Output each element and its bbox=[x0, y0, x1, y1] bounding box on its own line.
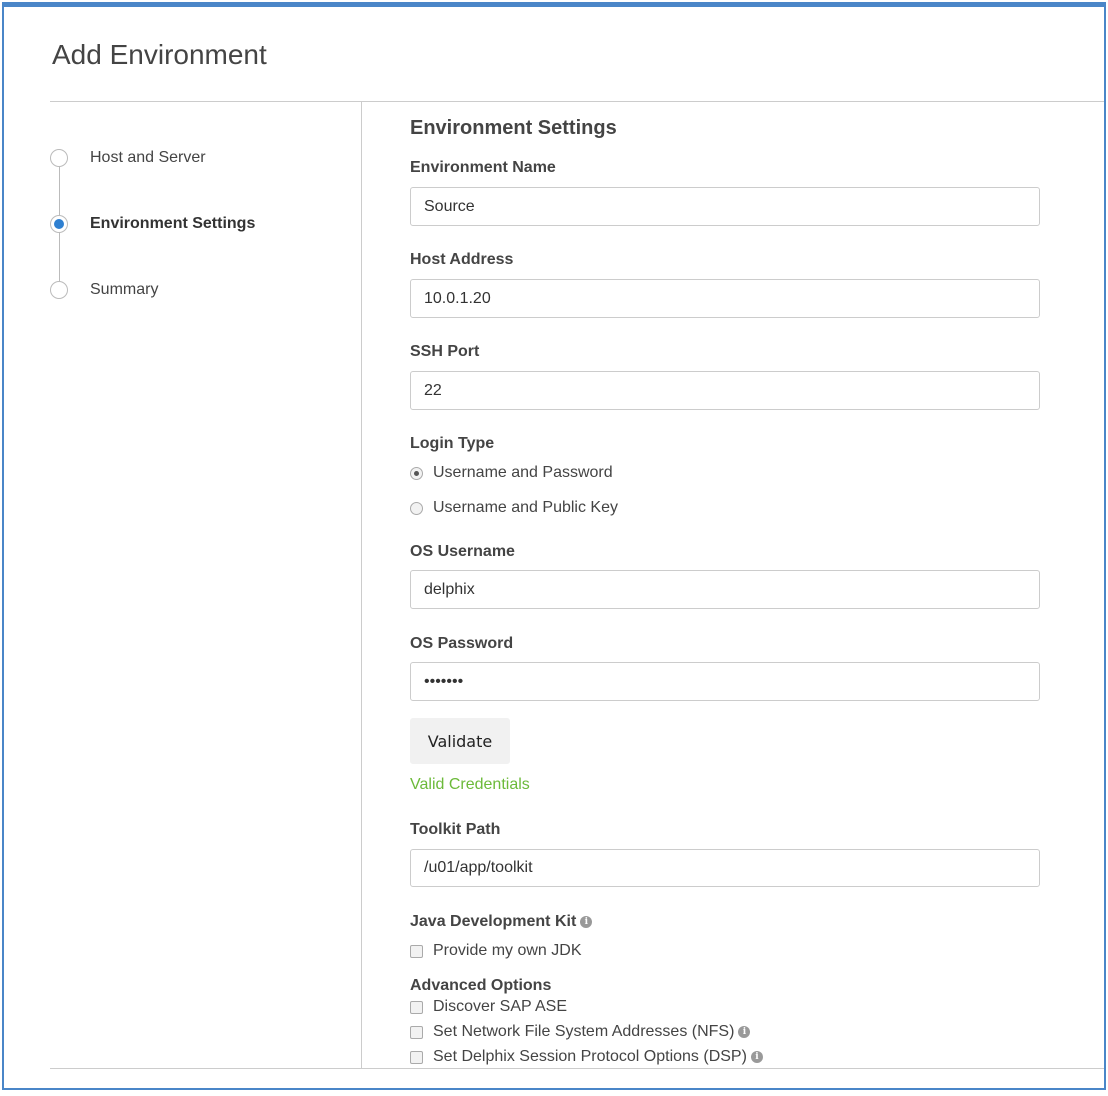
advanced-options-label: Advanced Options bbox=[410, 977, 552, 994]
step-host-and-server[interactable]: Host and Server bbox=[50, 147, 206, 169]
checkbox-icon[interactable] bbox=[410, 944, 423, 958]
login-type-label: Login Type bbox=[410, 435, 495, 452]
step-active-indicator-icon bbox=[50, 215, 68, 233]
toolkit-path-input[interactable] bbox=[410, 849, 1040, 887]
radio-label: Username and Password bbox=[433, 464, 613, 481]
environment-name-input[interactable] bbox=[410, 187, 1040, 226]
step-indicator-icon bbox=[50, 281, 68, 299]
info-icon[interactable]: i bbox=[750, 1051, 763, 1063]
radio-label: Username and Public Key bbox=[433, 499, 618, 516]
os-password-input[interactable] bbox=[410, 662, 1040, 701]
login-type-username-public-key[interactable]: Username and Public Key bbox=[410, 498, 618, 518]
step-indicator-icon bbox=[50, 149, 68, 167]
checkbox-label: Set Delphix Session Protocol Options (DS… bbox=[433, 1048, 747, 1065]
checkbox-label: Set Network File System Addresses (NFS) bbox=[433, 1023, 735, 1040]
login-type-username-password[interactable]: Username and Password bbox=[410, 463, 613, 483]
step-summary[interactable]: Summary bbox=[50, 279, 158, 301]
radio-selected-icon[interactable] bbox=[410, 466, 423, 480]
os-password-label: OS Password bbox=[410, 635, 514, 652]
discover-sap-ase-option[interactable]: Discover SAP ASE bbox=[410, 997, 567, 1017]
jdk-label-text: Java Development Kit bbox=[410, 913, 577, 930]
nfs-addresses-option[interactable]: Set Network File System Addresses (NFS) … bbox=[410, 1022, 751, 1042]
step-label: Environment Settings bbox=[90, 215, 256, 232]
sidebar-divider bbox=[361, 102, 362, 1068]
add-environment-dialog: Add Environment Host and Server Environm… bbox=[2, 2, 1106, 1090]
step-label: Host and Server bbox=[90, 149, 206, 166]
section-title: Environment Settings bbox=[410, 117, 617, 139]
dsp-options-option[interactable]: Set Delphix Session Protocol Options (DS… bbox=[410, 1047, 763, 1067]
validate-button[interactable]: Validate bbox=[410, 718, 510, 764]
checkbox-label: Discover SAP ASE bbox=[433, 998, 567, 1015]
jdk-label: Java Development Kit i bbox=[410, 913, 593, 931]
info-icon[interactable]: i bbox=[580, 915, 593, 928]
step-environment-settings[interactable]: Environment Settings bbox=[50, 213, 255, 235]
host-address-input[interactable] bbox=[410, 279, 1040, 318]
radio-unselected-icon[interactable] bbox=[410, 501, 423, 515]
dialog-title: Add Environment bbox=[52, 39, 267, 70]
checkbox-icon[interactable] bbox=[410, 1025, 423, 1039]
ssh-port-label: SSH Port bbox=[410, 343, 480, 360]
checkbox-icon[interactable] bbox=[410, 1000, 423, 1014]
checkbox-icon[interactable] bbox=[410, 1050, 423, 1064]
os-username-input[interactable] bbox=[410, 570, 1040, 609]
validation-success-message: Valid Credentials bbox=[410, 776, 530, 793]
checkbox-label: Provide my own JDK bbox=[433, 942, 582, 959]
step-label: Summary bbox=[90, 281, 159, 298]
provide-own-jdk-option[interactable]: Provide my own JDK bbox=[410, 941, 582, 961]
header-divider bbox=[50, 101, 1104, 102]
ssh-port-input[interactable] bbox=[410, 371, 1040, 410]
host-address-label: Host Address bbox=[410, 251, 514, 268]
footer-divider bbox=[50, 1068, 1104, 1069]
info-icon[interactable]: i bbox=[738, 1026, 751, 1038]
os-username-label: OS Username bbox=[410, 543, 515, 560]
environment-name-label: Environment Name bbox=[410, 159, 556, 176]
toolkit-path-label: Toolkit Path bbox=[410, 821, 501, 838]
